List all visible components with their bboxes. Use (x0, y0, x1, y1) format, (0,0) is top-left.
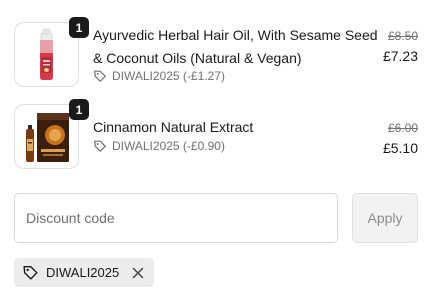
price-group: £6.00 £5.10 (383, 120, 418, 158)
discounted-price: £5.10 (382, 140, 418, 156)
discounted-price: £7.23 (382, 48, 418, 64)
close-icon (132, 267, 144, 278)
order-summary: 1 Ayurvedic Herbal Hair Oil, With Sesame… (0, 0, 433, 291)
quantity-badge: 1 (69, 99, 89, 120)
original-price: £8.50 (387, 29, 418, 43)
applied-code-label: DIWALI2025 (46, 265, 120, 280)
discount-code-input[interactable] (14, 193, 338, 243)
product-title: Cinnamon Natural Extract (93, 119, 254, 135)
item-discount-label: DIWALI2025 (-£0.90) (112, 139, 225, 153)
discount-form: Apply (14, 193, 419, 243)
applied-discount-chip: DIWALI2025 (14, 258, 155, 287)
product-thumbnail: 1 (14, 99, 89, 169)
tag-icon (23, 265, 38, 280)
original-price: £6.00 (387, 121, 418, 135)
price-group: £8.50 £7.23 (383, 28, 418, 66)
tag-icon (94, 140, 106, 152)
item-discount-label: DIWALI2025 (-£1.27) (112, 69, 225, 83)
apply-button[interactable]: Apply (352, 193, 418, 243)
tag-icon (94, 70, 106, 82)
remove-discount-button[interactable] (130, 265, 146, 281)
line-item: 1 Ayurvedic Herbal Hair Oil, With Sesame… (0, 17, 433, 92)
item-discount: DIWALI2025 (-£1.27) (93, 69, 225, 83)
product-thumbnail: 1 (14, 17, 89, 87)
quantity-badge: 1 (69, 17, 89, 38)
line-item: 1 Cinnamon Natural Extract DIWALI2025 (-… (0, 99, 433, 174)
item-discount: DIWALI2025 (-£0.90) (93, 139, 225, 153)
product-title: Ayurvedic Herbal Hair Oil, With Sesame S… (93, 27, 378, 66)
